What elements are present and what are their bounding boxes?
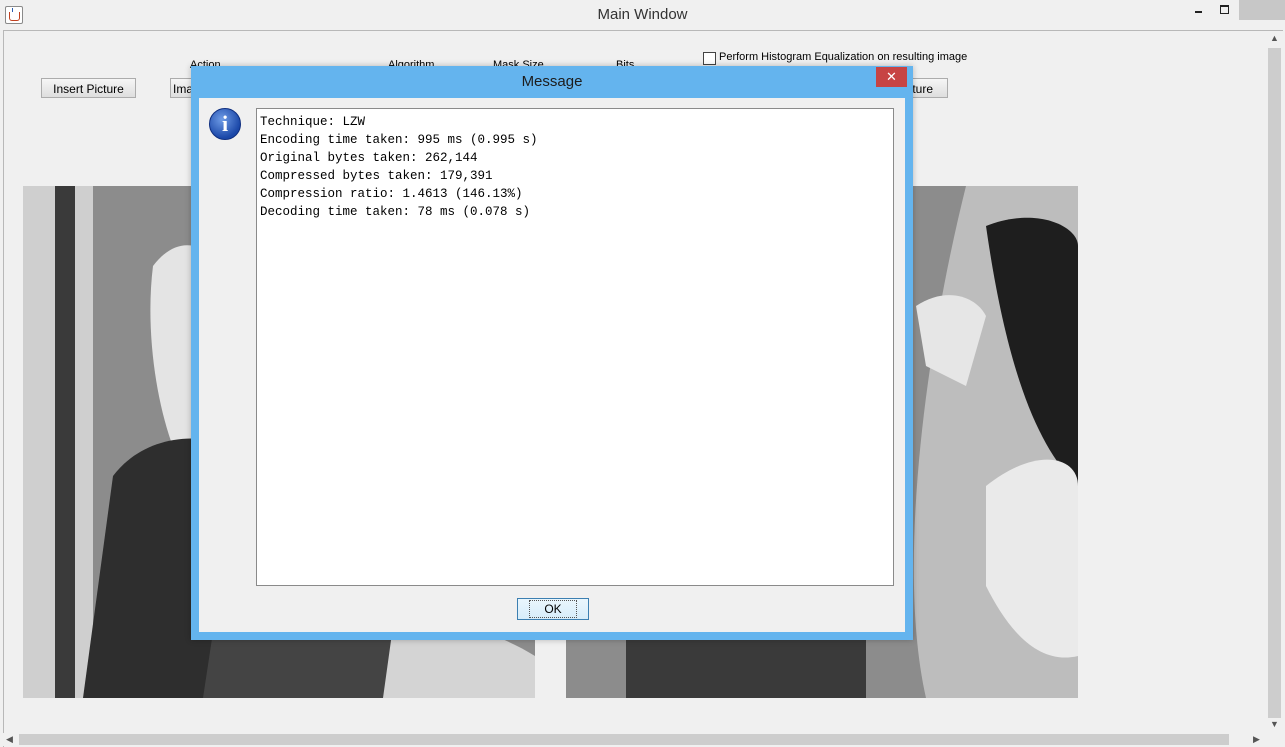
message-dialog: Message ✕ i Technique: LZW Encoding time… [191, 66, 913, 640]
horizontal-scrollbar[interactable]: ◀ ▶ [3, 733, 1267, 746]
window-title: Main Window [597, 6, 688, 23]
scroll-up-icon[interactable]: ▲ [1270, 33, 1279, 43]
scroll-down-icon[interactable]: ▼ [1270, 719, 1279, 729]
scroll-left-icon[interactable]: ◀ [6, 734, 13, 745]
ok-button-label: OK [529, 600, 577, 618]
maximize-button[interactable] [1212, 0, 1238, 20]
window-close-button[interactable] [1239, 0, 1285, 20]
dialog-body: i Technique: LZW Encoding time taken: 99… [199, 98, 905, 632]
vertical-scroll-thumb[interactable] [1268, 48, 1281, 718]
ok-button[interactable]: OK [517, 598, 589, 620]
horizontal-scroll-thumb[interactable] [19, 734, 1229, 745]
dialog-close-button[interactable]: ✕ [876, 67, 907, 87]
scroll-right-icon[interactable]: ▶ [1253, 734, 1260, 745]
message-line: Compression ratio: 1.4613 (146.13%) [260, 187, 523, 201]
message-line: Original bytes taken: 262,144 [260, 151, 478, 165]
minimize-button[interactable] [1186, 0, 1212, 20]
message-line: Technique: LZW [260, 115, 366, 129]
histogram-equalization-label: Perform Histogram Equalization on result… [719, 51, 968, 63]
information-icon: i [209, 108, 241, 140]
minimize-icon [1195, 11, 1202, 13]
message-text-area[interactable]: Technique: LZW Encoding time taken: 995 … [256, 108, 894, 586]
vertical-scrollbar[interactable]: ▲ ▼ [1266, 31, 1283, 733]
histogram-equalization-checkbox[interactable] [703, 52, 716, 65]
message-line: Compressed bytes taken: 179,391 [260, 169, 493, 183]
close-icon: ✕ [886, 69, 897, 84]
maximize-icon [1220, 5, 1229, 14]
insert-picture-button[interactable]: Insert Picture [41, 78, 136, 98]
dialog-title: Message [521, 73, 583, 90]
message-line: Encoding time taken: 995 ms (0.995 s) [260, 133, 538, 147]
message-line: Decoding time taken: 78 ms (0.078 s) [260, 205, 531, 219]
